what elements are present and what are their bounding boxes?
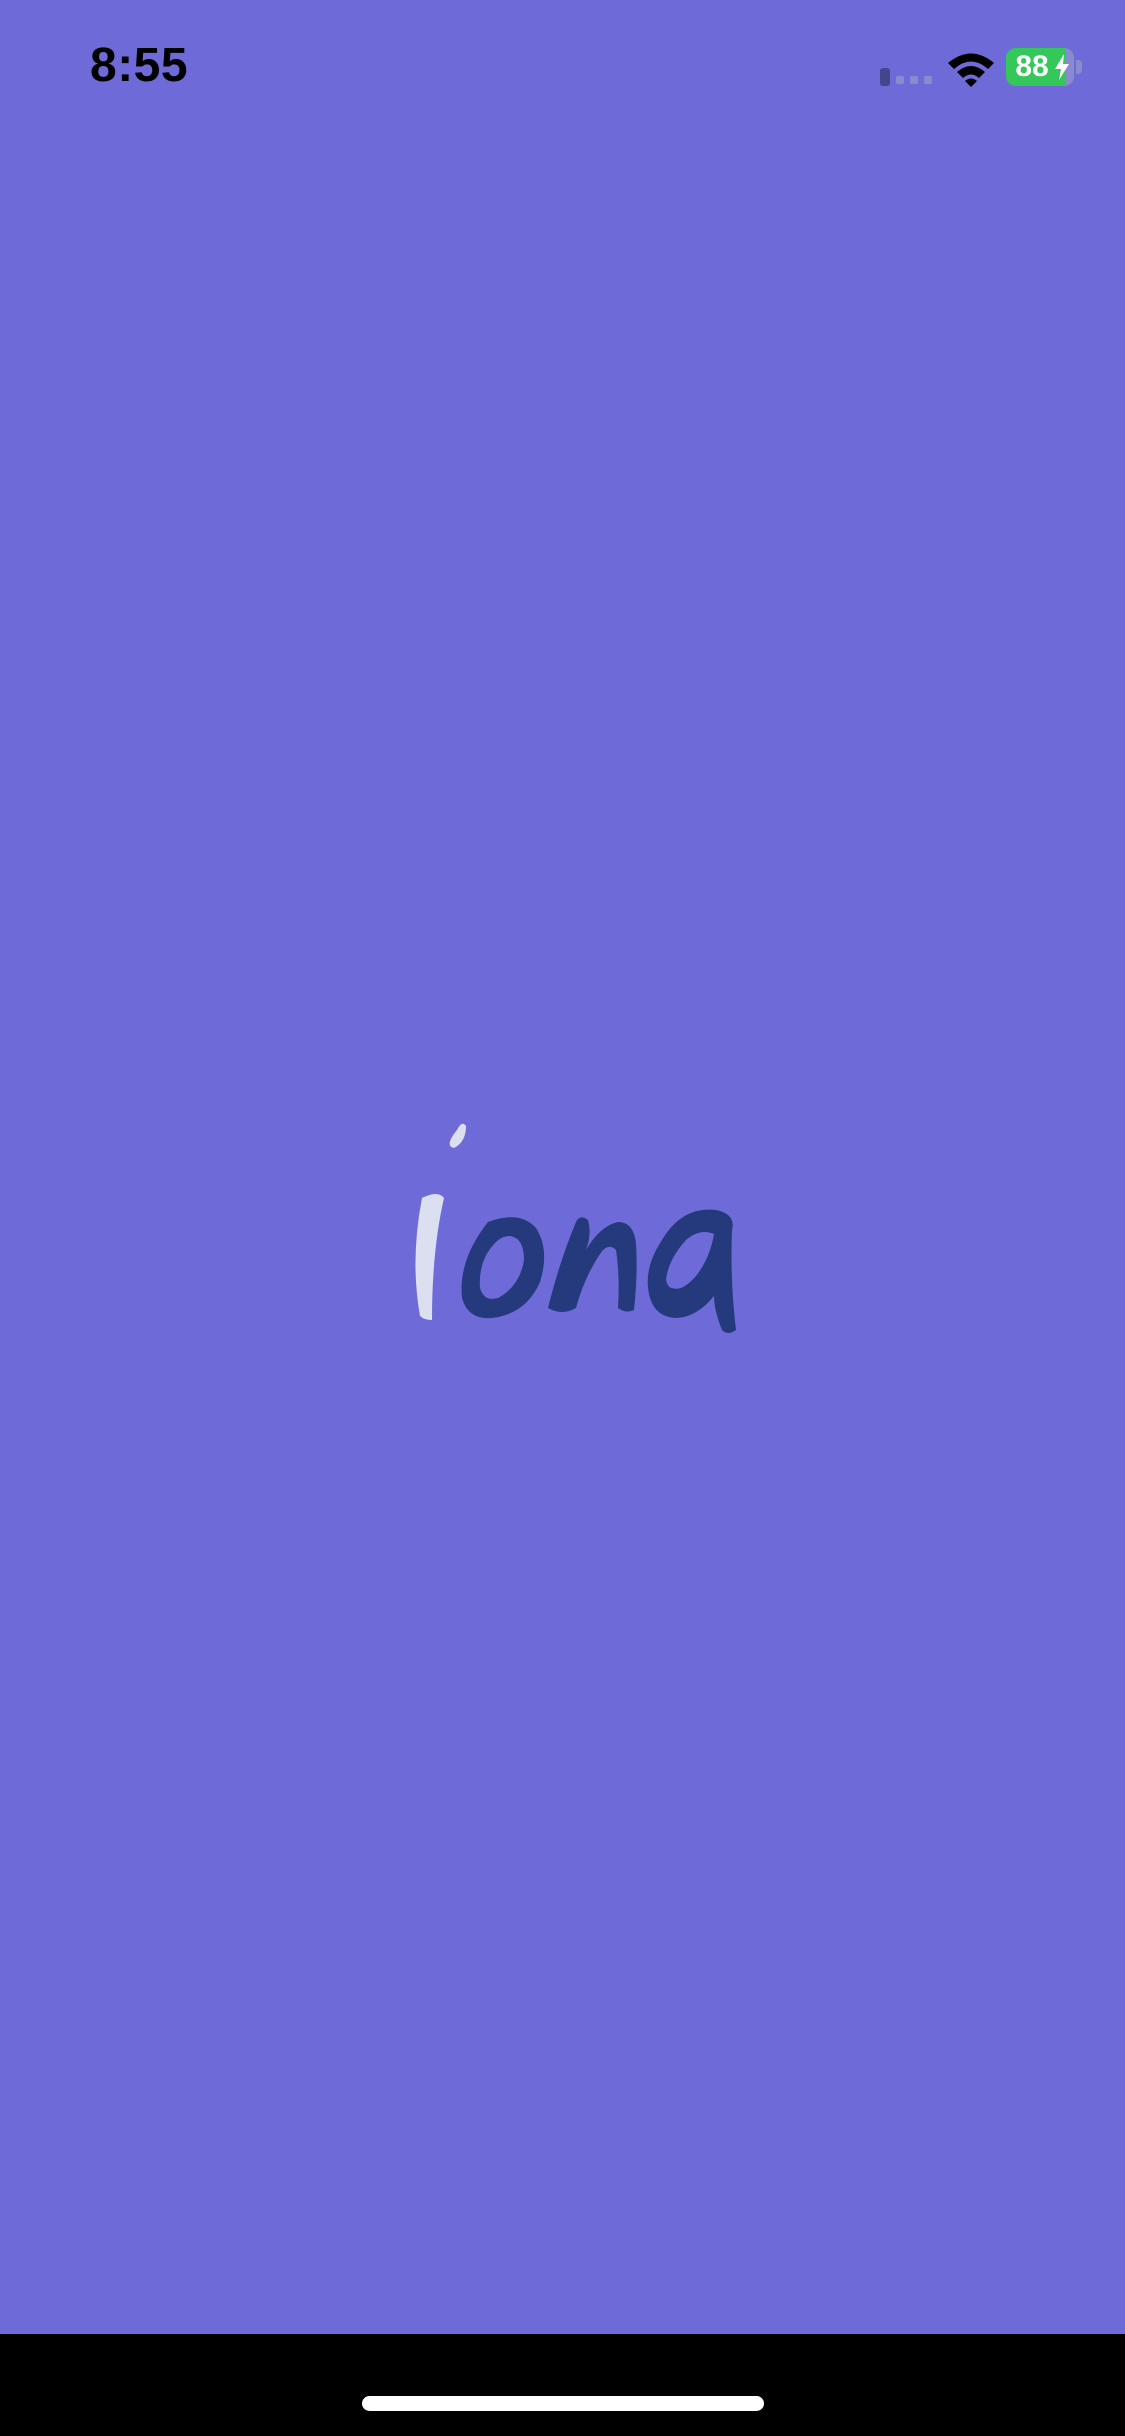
status-time: 8:55 [90, 39, 189, 92]
home-indicator-area [0, 2334, 1125, 2436]
wifi-icon [948, 53, 994, 87]
battery-body: 88 [1006, 48, 1074, 86]
home-indicator[interactable] [362, 2396, 764, 2411]
battery-level: 88 [1015, 50, 1049, 83]
bolt-icon [1055, 54, 1069, 80]
battery-cap [1076, 60, 1082, 74]
cell-signal-icon [880, 68, 932, 86]
battery-icon: 88 [1006, 48, 1082, 88]
splash-screen: 8:55 88 iona [0, 0, 1125, 2334]
status-bar: 8:55 88 [0, 0, 1125, 140]
iona-logo: iona [415, 1123, 736, 1333]
